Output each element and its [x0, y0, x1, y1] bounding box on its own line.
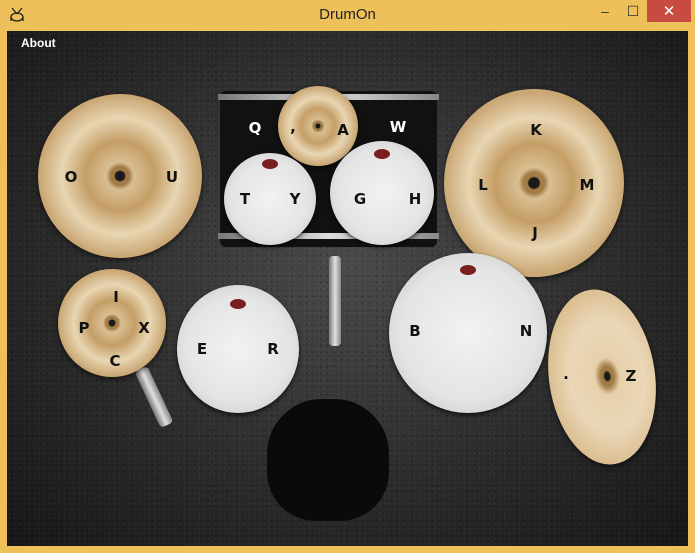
- drum-throne: [267, 399, 389, 521]
- window-title: DrumOn: [319, 6, 376, 23]
- key-label-x: X: [138, 319, 150, 337]
- key-label-l: L: [478, 176, 488, 194]
- key-label-y: Y: [289, 190, 301, 208]
- key-label-k: K: [530, 121, 542, 139]
- app-window: DrumOn – ☐ ✕ About O U Q , A W T Y G H K…: [0, 0, 695, 553]
- drum-badge: [460, 265, 476, 275]
- key-label-comma: ,: [290, 118, 296, 136]
- key-label-o: O: [64, 168, 78, 186]
- key-label-w: W: [389, 118, 407, 136]
- drum-badge: [230, 299, 246, 309]
- hihat-pedal: [134, 365, 174, 429]
- maximize-button[interactable]: ☐: [620, 0, 646, 22]
- drum-kit-canvas: About O U Q , A W T Y G H K L M J I P X …: [7, 31, 688, 546]
- close-button[interactable]: ✕: [647, 0, 691, 22]
- key-label-u: U: [165, 168, 179, 186]
- kick-pedal: [329, 256, 341, 346]
- key-label-t: T: [239, 190, 251, 208]
- key-label-i: I: [113, 288, 119, 306]
- drum-badge: [374, 149, 390, 159]
- key-label-c: C: [109, 352, 121, 370]
- key-label-g: G: [353, 190, 367, 208]
- key-label-period: .: [563, 365, 569, 383]
- key-label-m: M: [579, 176, 595, 194]
- key-label-n: N: [519, 322, 533, 340]
- ride-cymbal-right[interactable]: [444, 89, 624, 277]
- key-label-h: H: [408, 190, 422, 208]
- key-label-r: R: [267, 340, 279, 358]
- key-label-e: E: [196, 340, 208, 358]
- key-label-b: B: [409, 322, 421, 340]
- china-cymbal[interactable]: [537, 282, 667, 472]
- drum-badge: [262, 159, 278, 169]
- key-label-z: Z: [625, 367, 637, 385]
- title-bar[interactable]: DrumOn – ☐ ✕: [0, 0, 695, 30]
- key-label-q: Q: [248, 119, 262, 137]
- key-label-p: P: [78, 319, 90, 337]
- snare-drum[interactable]: [177, 285, 299, 413]
- about-menu-item[interactable]: About: [21, 36, 56, 50]
- key-label-j: J: [532, 224, 538, 242]
- key-label-a: A: [337, 121, 349, 139]
- rack-tom-left[interactable]: [224, 153, 316, 245]
- minimize-button[interactable]: –: [592, 0, 618, 22]
